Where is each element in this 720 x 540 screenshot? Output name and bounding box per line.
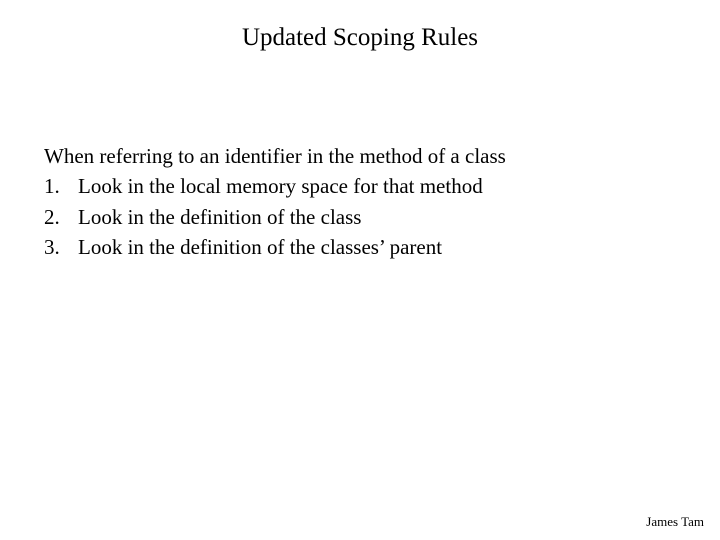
list-number: 1. bbox=[44, 172, 78, 202]
slide-title: Updated Scoping Rules bbox=[0, 24, 720, 52]
list-number: 2. bbox=[44, 203, 78, 233]
intro-text: When referring to an identifier in the m… bbox=[44, 142, 676, 170]
list-item: 3. Look in the definition of the classes… bbox=[44, 233, 483, 263]
slide-body: When referring to an identifier in the m… bbox=[44, 142, 676, 263]
slide: Updated Scoping Rules When referring to … bbox=[0, 0, 720, 540]
list-item: 2. Look in the definition of the class bbox=[44, 203, 483, 233]
list-item: 1. Look in the local memory space for th… bbox=[44, 172, 483, 202]
list-text: Look in the local memory space for that … bbox=[78, 172, 483, 202]
list-text: Look in the definition of the class bbox=[78, 203, 483, 233]
list-number: 3. bbox=[44, 233, 78, 263]
list-text: Look in the definition of the classes’ p… bbox=[78, 233, 483, 263]
ordered-list: 1. Look in the local memory space for th… bbox=[44, 172, 483, 263]
footer-author: James Tam bbox=[646, 514, 704, 530]
